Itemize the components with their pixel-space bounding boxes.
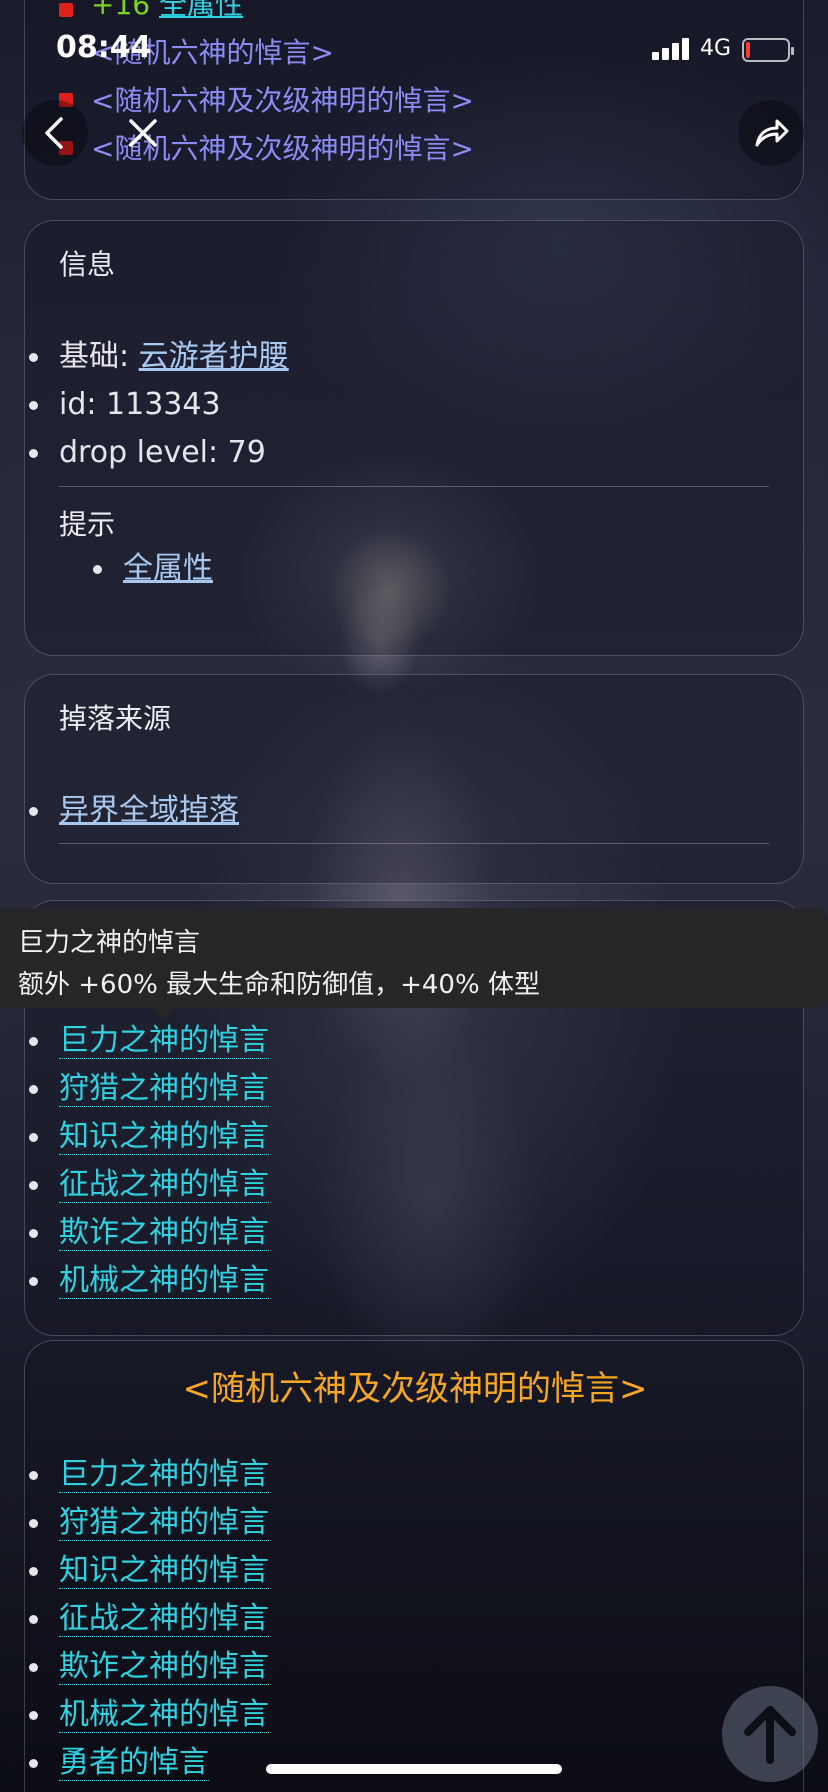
god-link-5[interactable]: 欺诈之神的悼言 <box>59 1649 269 1685</box>
god-link-2[interactable]: 狩猎之神的悼言 <box>59 1505 269 1541</box>
close-icon <box>129 119 157 147</box>
hint-link-all-attributes[interactable]: 全属性 <box>123 551 213 586</box>
arrow-up-icon <box>744 1706 796 1764</box>
status-time: 08:44 <box>56 30 152 65</box>
god-list-item: 欺诈之神的悼言 <box>29 1647 269 1687</box>
status-bar: 08:44 4G <box>0 0 828 96</box>
god-link-6[interactable]: 机械之神的悼言 <box>59 1697 269 1733</box>
god-list-item: 机械之神的悼言 <box>29 1695 269 1735</box>
battery-icon <box>742 38 794 62</box>
god-list-item: 狩猎之神的悼言 <box>29 1503 269 1543</box>
info-base-row: 基础: 云游者护腰 <box>29 337 289 377</box>
god-list-item: 巨力之神的悼言 <box>29 1455 269 1495</box>
god-link-5[interactable]: 欺诈之神的悼言 <box>59 1215 269 1251</box>
god-list-item: 狩猎之神的悼言 <box>29 1069 269 1109</box>
god-list-item: 巨力之神的悼言 <box>29 1021 269 1061</box>
god-list-item: 知识之神的悼言 <box>29 1551 269 1591</box>
god-link-6[interactable]: 机械之神的悼言 <box>59 1263 269 1299</box>
god-list-item: 知识之神的悼言 <box>29 1117 269 1157</box>
tooltip-description: 额外 +60% 最大生命和防御值，+40% 体型 <box>18 970 540 1000</box>
god-link-4[interactable]: 征战之神的悼言 <box>59 1601 269 1637</box>
god-link-3[interactable]: 知识之神的悼言 <box>59 1553 269 1589</box>
tooltip-popover: 巨力之神的悼言 额外 +60% 最大生命和防御值，+40% 体型 <box>0 908 828 1020</box>
god-link-1[interactable]: 巨力之神的悼言 <box>59 1023 269 1059</box>
god-link-3[interactable]: 知识之神的悼言 <box>59 1119 269 1155</box>
drop-source-row: 异界全域掉落 <box>29 791 239 831</box>
info-id-row: id: 113343 <box>29 385 221 425</box>
signal-icon <box>652 38 692 60</box>
divider <box>59 843 769 844</box>
tooltip-arrow <box>152 1008 176 1020</box>
hint-title: 提示 <box>59 508 116 541</box>
share-button[interactable] <box>738 100 804 166</box>
god-list-item: 机械之神的悼言 <box>29 1261 269 1301</box>
chevron-left-icon <box>45 117 63 149</box>
god-link-1[interactable]: 巨力之神的悼言 <box>59 1457 269 1493</box>
god-link-4[interactable]: 征战之神的悼言 <box>59 1167 269 1203</box>
home-indicator <box>266 1764 562 1774</box>
info-drop-level-row: drop level: 79 <box>29 433 266 473</box>
divider <box>59 486 769 487</box>
share-icon <box>755 119 789 147</box>
drop-source-link[interactable]: 异界全域掉落 <box>59 793 239 828</box>
drop-source-title: 掉落来源 <box>59 702 172 735</box>
back-button[interactable] <box>22 100 88 166</box>
god-link-2[interactable]: 狩猎之神的悼言 <box>59 1071 269 1107</box>
close-button[interactable] <box>110 100 176 166</box>
network-type: 4G <box>700 36 732 61</box>
god-list-item: 欺诈之神的悼言 <box>29 1213 269 1253</box>
info-title: 信息 <box>59 248 116 281</box>
god-list-item: 征战之神的悼言 <box>29 1165 269 1205</box>
god-list-item: 勇者的悼言 <box>29 1743 209 1783</box>
section-heading: <随机六神及次级神明的悼言> <box>182 1369 648 1409</box>
info-card: 信息 基础: 云游者护腰 id: 113343 drop level: 79 提… <box>24 220 804 656</box>
gods-card-2: <随机六神及次级神明的悼言> 巨力之神的悼言 狩猎之神的悼言 知识之神的悼言 征… <box>24 1340 804 1792</box>
base-item-link[interactable]: 云游者护腰 <box>139 339 289 374</box>
god-list-item: 征战之神的悼言 <box>29 1599 269 1639</box>
drop-source-card: 掉落来源 异界全域掉落 <box>24 674 804 884</box>
god-link-7[interactable]: 勇者的悼言 <box>59 1745 209 1781</box>
hint-row: 全属性 <box>93 549 213 589</box>
tooltip-title: 巨力之神的悼言 <box>18 928 201 958</box>
scroll-top-button[interactable] <box>722 1686 818 1782</box>
